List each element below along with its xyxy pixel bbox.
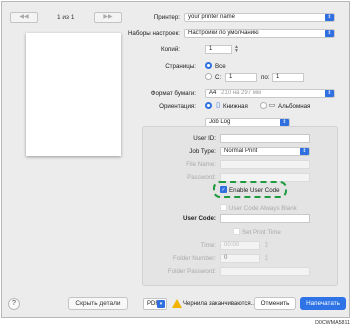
job-type-value: Normal Print [224, 148, 258, 154]
chevron-updown-icon: ⇕ [325, 90, 334, 97]
figure-code: D0CWMA5811 [315, 320, 350, 326]
paper-value: A4 [209, 90, 217, 96]
printer-label: Принтер: [153, 14, 180, 21]
next-page-icon: ▶▶ [103, 14, 113, 20]
printer-select[interactable]: your printer name ⇕ [184, 13, 335, 22]
set-print-time-label: Set Print Time [242, 229, 281, 236]
orientation-portrait-label: Книжная [223, 103, 248, 110]
chevron-updown-icon: ⇕ [300, 148, 309, 155]
ink-warning-text: Чернила заканчиваются... [183, 301, 256, 307]
set-print-time-checkbox[interactable] [233, 228, 240, 235]
folder-number-field[interactable]: 0 [220, 254, 260, 263]
previous-page-button[interactable]: ◀◀ [10, 12, 38, 23]
copies-stepper[interactable]: ▲ ▼ [234, 45, 239, 54]
paper-label: Формат бумаги: [150, 90, 196, 97]
landscape-page-icon: ▭ [268, 102, 276, 109]
warning-icon [172, 299, 182, 308]
job-type-select[interactable]: Normal Print ⇕ [220, 147, 310, 156]
orientation-landscape-radio[interactable] [260, 102, 267, 109]
user-id-field[interactable] [220, 134, 310, 143]
pages-all-radio[interactable] [205, 62, 212, 69]
presets-select[interactable]: Настройки по умолчанию ⇕ [184, 29, 335, 38]
orientation-landscape-label: Альбомная [278, 103, 311, 110]
user-code-always-blank-label: User Code Always Blank [229, 205, 297, 212]
portrait-page-icon: ▯ [216, 102, 220, 109]
enable-user-code-checkbox[interactable]: ✓ [220, 186, 227, 193]
pages-to-field[interactable]: 1 [272, 73, 304, 82]
folder-password-field[interactable] [220, 267, 310, 276]
enable-user-code-label: Enable User Code [229, 187, 280, 194]
print-dialog: ◀◀ 1 из 1 ▶▶ ? Скрыть детали Принтер: yo… [1, 1, 350, 318]
user-code-label: User Code: [182, 215, 216, 222]
copies-label: Копий: [160, 46, 180, 53]
chevron-updown-icon: ⇕ [325, 14, 334, 21]
previous-page-icon: ◀◀ [19, 14, 29, 20]
copies-field[interactable]: 1 [205, 45, 232, 54]
help-button[interactable]: ? [8, 298, 20, 310]
pages-to-label: по: [261, 74, 270, 81]
pages-from-field[interactable]: 1 [225, 73, 257, 82]
pages-all-label: Все [215, 63, 226, 70]
file-name-label: File Name: [186, 161, 216, 168]
folder-password-label: Folder Password: [167, 268, 216, 275]
hide-details-button[interactable]: Скрыть детали [68, 297, 128, 310]
chevron-down-icon: ▾ [157, 300, 165, 308]
folder-number-label: Folder Number: [173, 255, 216, 262]
orientation-label: Ориентация: [159, 103, 196, 110]
file-name-field[interactable] [220, 160, 310, 169]
next-page-button[interactable]: ▶▶ [94, 12, 122, 23]
user-code-field[interactable] [220, 214, 310, 223]
time-stepper[interactable]: ▲ ▼ [264, 241, 269, 250]
password-label: Password: [187, 174, 216, 181]
section-value: Job Log [209, 119, 231, 125]
presets-value: Настройки по умолчанию [188, 30, 259, 36]
paper-size: 210 на 297 мм [221, 90, 261, 96]
print-button[interactable]: Напечатать [300, 297, 346, 310]
user-id-label: User ID: [193, 135, 216, 142]
time-label: Time: [200, 242, 216, 249]
page-preview [26, 33, 121, 156]
pdf-menu-button[interactable]: PDF ▾ [143, 298, 167, 310]
cancel-button[interactable]: Отменить [254, 297, 296, 310]
user-code-always-blank-checkbox[interactable] [220, 204, 227, 211]
orientation-portrait-radio[interactable] [205, 102, 212, 109]
pages-label: Страницы: [165, 63, 196, 70]
page-counter: 1 из 1 [57, 14, 75, 21]
pages-from-label: С: [215, 74, 222, 81]
chevron-updown-icon: ⇕ [325, 30, 334, 37]
presets-label: Наборы настроек: [127, 30, 180, 37]
paper-select[interactable]: A4 210 на 297 мм ⇕ [205, 89, 335, 98]
job-type-label: Job Type: [189, 148, 216, 155]
printer-value: your printer name [188, 14, 236, 20]
folder-number-stepper[interactable]: ▲ ▼ [264, 254, 269, 263]
time-field[interactable]: 00:00 [220, 241, 260, 250]
pages-range-radio[interactable] [205, 73, 212, 80]
